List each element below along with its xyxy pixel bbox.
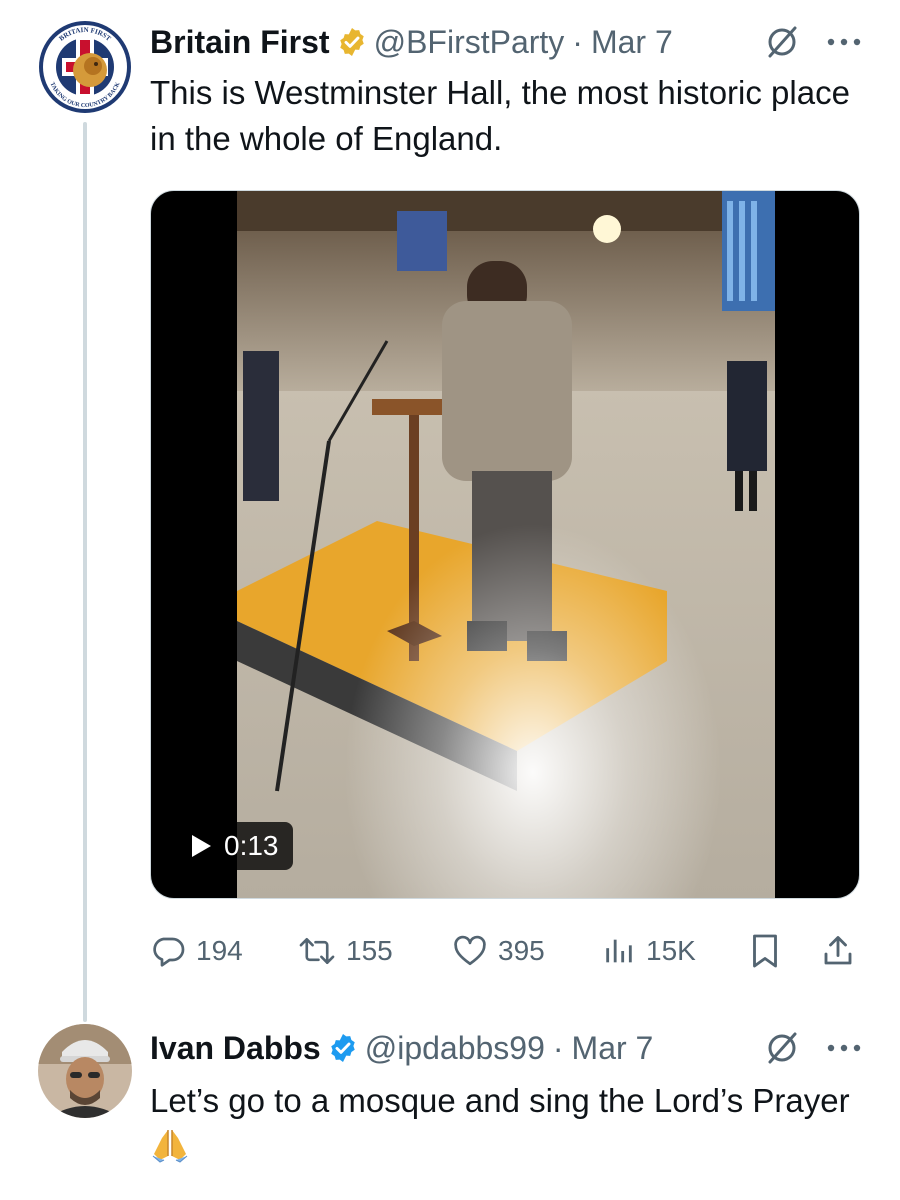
author-name[interactable]: Britain First (150, 24, 330, 61)
bookmark-icon (748, 933, 782, 969)
avatar[interactable]: BRITAIN FIRST TAKING OUR COUNTRY BACK (38, 20, 132, 114)
tweet-header: Britain First @BFirstParty · Mar 7 (150, 20, 673, 64)
author-name[interactable]: Ivan Dabbs (150, 1030, 321, 1067)
grok-icon[interactable] (764, 24, 800, 60)
author-handle[interactable]: @ipdabbs99 (365, 1030, 545, 1067)
gold-checkmark-badge-icon[interactable] (336, 26, 368, 58)
tweet-text: Let’s go to a mosque and sing the Lord’s… (150, 1078, 850, 1176)
britain-first-logo-icon: BRITAIN FIRST TAKING OUR COUNTRY BACK (39, 21, 131, 113)
author-handle[interactable]: @BFirstParty (374, 24, 565, 61)
like-count: 395 (498, 935, 545, 966)
separator-dot: · (552, 1029, 564, 1066)
bookmark-button[interactable] (748, 933, 782, 969)
more-dots-icon[interactable] (826, 36, 862, 48)
tweet-text: This is Westminster Hall, the most histo… (150, 74, 850, 157)
grok-icon[interactable] (764, 1030, 800, 1066)
reply-button[interactable]: 194 (150, 933, 243, 969)
separator-dot: · (572, 23, 583, 60)
tweet-date[interactable]: Mar 7 (591, 24, 673, 61)
retweet-button[interactable]: 155 (298, 933, 393, 969)
tweet-header: Ivan Dabbs @ipdabbs99 · Mar 7 (150, 1026, 653, 1070)
play-icon[interactable] (190, 834, 212, 858)
blue-checkmark-badge-icon[interactable] (327, 1032, 359, 1064)
share-icon (820, 933, 856, 969)
like-button[interactable]: 395 (452, 933, 545, 969)
video-duration-badge[interactable]: 0:13 (172, 822, 293, 870)
more-dots-icon[interactable] (826, 1042, 862, 1054)
folded-hands-emoji-icon (150, 1126, 190, 1176)
thread-connector-line (83, 122, 87, 1022)
retweet-count: 155 (346, 935, 393, 966)
video-player[interactable] (150, 190, 860, 899)
tweet-text-body: Let’s go to a mosque and sing the Lord’s… (150, 1082, 850, 1119)
video-thumbnail[interactable] (237, 191, 775, 898)
views-count: 15K (646, 935, 696, 966)
tweet-top-actions (764, 1030, 862, 1066)
tweet-top-actions (764, 24, 862, 60)
retweet-icon (298, 933, 336, 969)
views-bar-chart-icon (602, 934, 636, 968)
share-button[interactable] (820, 933, 856, 969)
heart-icon (452, 933, 488, 969)
reply-bubble-icon (150, 933, 186, 969)
reply-count: 194 (196, 935, 243, 966)
user-photo-icon (38, 1024, 132, 1118)
tweet-action-bar: 194 155 395 15K (150, 926, 860, 976)
views-button[interactable]: 15K (602, 934, 696, 968)
tweet-date[interactable]: Mar 7 (572, 1030, 654, 1067)
video-duration: 0:13 (224, 830, 279, 861)
avatar[interactable] (38, 1024, 132, 1118)
